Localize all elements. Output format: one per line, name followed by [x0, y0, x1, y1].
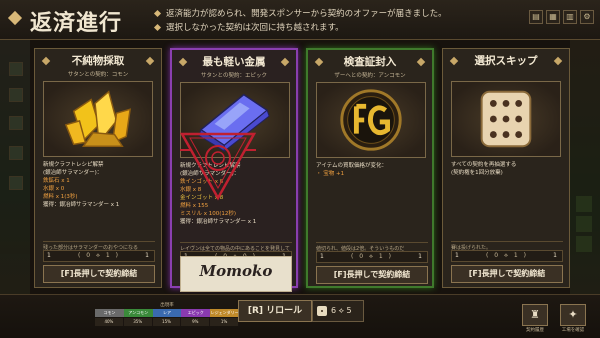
bg-tile: [9, 88, 23, 102]
rarity-table: 出現率 コモン アンコモン レア エピック レジェンダリー 40% 35% 15…: [95, 302, 239, 326]
factory-check-button[interactable]: ✦: [560, 304, 586, 326]
header-notes: 返済能力が認められ、開発スポンサーから契約のオファーが届きました。 選択しなかっ…: [153, 7, 447, 35]
card-header: 最も軽い金属 サタンとの契約：エピック: [172, 50, 296, 80]
card-description: 新規クラフトレシピ解禁 (銀冶師サラマンダー)： 鉄鉱石 x 1 水銀 x 0 …: [43, 162, 120, 208]
bg-tile: [576, 196, 592, 212]
reroll-counter: 6 ⟡ 5: [312, 300, 364, 322]
bg-tile: [9, 146, 23, 160]
card-image: [316, 82, 426, 158]
reroll-button[interactable]: [R] リロール: [238, 300, 312, 322]
signature: Momoko: [199, 262, 273, 280]
dice-icon: [480, 90, 532, 148]
card-counter: 1 ( 0 ⟡ 1 ) 1: [451, 250, 563, 262]
header-note: 選択しなかった契約は次回に持ち越されます。: [153, 21, 447, 35]
card-title: 不純物採取: [71, 55, 125, 67]
card-title: 検査証封入: [343, 56, 397, 68]
rarity-value: 15%: [152, 318, 182, 326]
card-title: 最も軽い金属: [202, 56, 266, 68]
card-description: アイテムの買取価格が変化： ・ 宝物 +1: [316, 163, 387, 177]
bg-tile: [576, 216, 592, 232]
card-image: [43, 81, 153, 157]
contract-card-4[interactable]: 選択スキップ すべての契約を再抽選する (契約権を1回分放棄) 賽は投げられた。…: [442, 48, 570, 288]
contract-button[interactable]: [F]長押しで契約締結: [43, 265, 155, 283]
right-background: [570, 36, 600, 338]
dice-icon: [317, 305, 327, 316]
notes-icon[interactable]: ▦: [546, 10, 560, 24]
rarity-values: 40% 35% 15% 9% 1%: [95, 318, 239, 326]
card-header: 選択スキップ: [443, 49, 569, 79]
bullet-diamond-icon: [153, 9, 162, 18]
inspection-seal-icon: [340, 89, 402, 151]
header-bar: 返済進行 返済能力が認められ、開発スポンサーから契約のオファーが届きました。 選…: [0, 0, 600, 40]
bg-tile: [9, 62, 23, 76]
card-counter: 1 ( 0 ⟡ 1 ) 1: [316, 251, 428, 263]
signed-contract: Momoko: [180, 256, 292, 292]
rarity-value: 1%: [210, 318, 239, 326]
rarity-label: エピック: [181, 309, 211, 317]
rarity-title: 出現率: [160, 303, 174, 308]
card-subtitle: サタンとの契約：エピック: [201, 73, 267, 79]
contract-history-label: 契約履歴: [526, 328, 544, 333]
bullet-diamond-icon: [153, 23, 162, 32]
book-icon[interactable]: ▤: [529, 10, 543, 24]
stats-icon[interactable]: ▥: [563, 10, 577, 24]
rarity-value: 40%: [95, 318, 124, 326]
rarity-label: レジェンダリー: [210, 309, 239, 317]
contract-card-3[interactable]: 検査証封入 ザーヘとの契約：アンコモン アイテムの買取価格が変化： ・ 宝物 +…: [306, 48, 434, 288]
rarity-label: レア: [152, 309, 182, 317]
left-background: [0, 36, 30, 338]
rarity-labels: コモン アンコモン レア エピック レジェンダリー: [95, 309, 239, 317]
rarity-value: 35%: [123, 318, 153, 326]
factory-check-label: 工場を確認: [561, 328, 585, 333]
top-icon-group: ▤ ▦ ▥ ⚙: [529, 10, 594, 24]
card-description: すべての契約を再抽選する (契約権を1回分放棄): [451, 162, 517, 176]
card-counter: 1 ( 0 ⟡ 1 ) 1: [43, 250, 155, 262]
gear-icon[interactable]: ⚙: [580, 10, 594, 24]
contract-card-1[interactable]: 不純物採取 サタンとの契約：コモン 新規クラフトレシピ解禁 (銀冶師サラマンダー…: [34, 48, 162, 288]
card-header: 検査証封入 ザーヘとの契約：アンコモン: [308, 50, 432, 80]
card-image: [451, 81, 561, 157]
card-subtitle: サタンとの契約：コモン: [67, 72, 129, 78]
card-title: 選択スキップ: [474, 55, 538, 67]
contract-button[interactable]: [F]長押しで契約締結: [451, 265, 563, 283]
rarity-label: コモン: [95, 309, 124, 317]
rarity-label: アンコモン: [123, 309, 153, 317]
bg-tile: [9, 116, 23, 130]
card-subtitle: ザーヘとの契約：アンコモン: [334, 73, 406, 79]
contract-button[interactable]: [F]長押しで契約締結: [316, 266, 428, 284]
bg-tile: [576, 236, 592, 252]
rarity-value: 9%: [181, 318, 211, 326]
header-note: 返済能力が認められ、開発スポンサーから契約のオファーが届きました。: [153, 7, 447, 21]
page-title: 返済進行: [30, 11, 123, 36]
title-diamond-icon: [7, 10, 23, 26]
card-header: 不純物採取 サタンとの契約：コモン: [35, 49, 161, 79]
contract-history-button[interactable]: ♜: [522, 304, 548, 326]
contract-seal-icon: [179, 132, 257, 201]
gold-crystal-icon: [64, 90, 132, 147]
bg-tile: [9, 176, 23, 190]
